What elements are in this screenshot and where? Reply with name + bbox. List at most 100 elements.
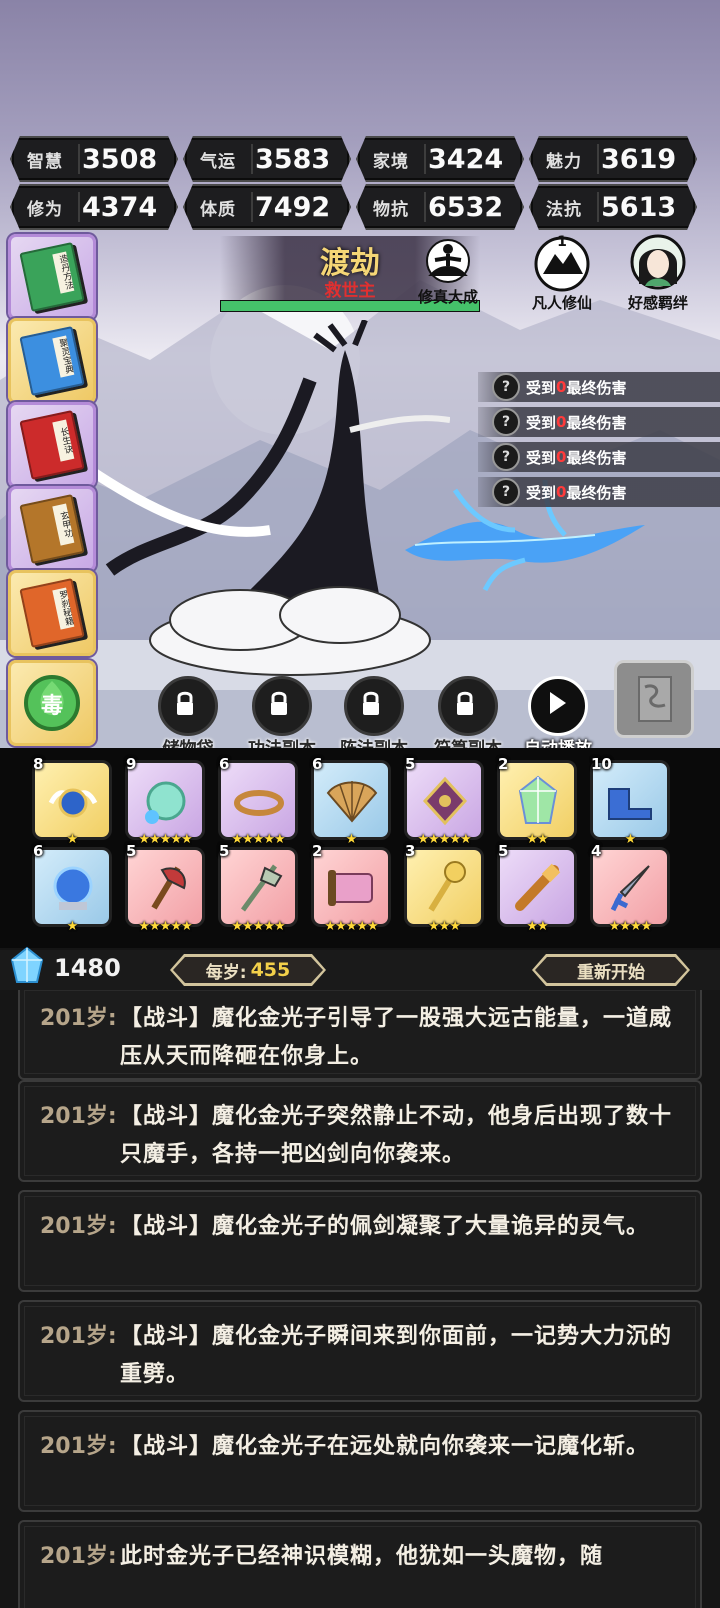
poison-icon: 毒 xyxy=(24,675,80,731)
stat-label: 魅力 xyxy=(546,151,582,172)
item-stars: ★★★★★ xyxy=(324,919,378,934)
stat-value: 4374 xyxy=(82,191,158,223)
play-icon xyxy=(528,676,588,736)
damage-feed-row: ? 受到 0 最终伤害 xyxy=(478,442,720,472)
book-icon: 长生诀 xyxy=(19,410,85,480)
folding-fan-icon xyxy=(326,781,378,823)
halberd-icon xyxy=(240,864,283,912)
log-text: 【战斗】魔化金光子的佩剑凝聚了大量诡异的灵气。 xyxy=(120,1214,650,1239)
log-text: 【战斗】魔化金光子瞬间来到你面前，一记势大力沉的重劈。 xyxy=(120,1324,673,1387)
item-count: 6 xyxy=(219,755,230,773)
skill-book-alchemy[interactable]: 造丹方法 xyxy=(8,234,96,320)
item-stars: ★ xyxy=(345,832,358,847)
inventory-slot[interactable]: 6 ★ xyxy=(32,842,112,934)
blue-orb-icon xyxy=(53,866,93,910)
item-stars: ★★★★ xyxy=(608,919,653,934)
log-age: 201岁: xyxy=(40,1104,117,1129)
question-icon: ? xyxy=(492,408,520,436)
stat-wisdom: 智慧 3508 xyxy=(10,136,178,182)
question-icon: ? xyxy=(492,478,520,506)
inventory-slot[interactable]: 10 ★ xyxy=(590,755,670,847)
stat-charm: 魅力 3619 xyxy=(529,136,697,182)
item-count: 8 xyxy=(33,755,44,773)
inventory-slot[interactable]: 3 ★★★ xyxy=(404,842,484,934)
inventory-slot[interactable]: 9 ★★★★★ xyxy=(125,755,205,847)
scroll-icon xyxy=(638,676,672,722)
badge-label: 凡人修仙 xyxy=(531,294,592,312)
scroll-icon xyxy=(328,870,373,906)
inventory-slot[interactable]: 8 ★ xyxy=(32,755,112,847)
log-text: 【战斗】魔化金光子突然静止不动，他身后出现了数十只魔手，各持一把凶剑向你袭来。 xyxy=(120,1104,673,1167)
lock-icon xyxy=(438,676,498,736)
item-count: 3 xyxy=(405,842,416,860)
skill-book-spirit[interactable]: 聚灵宝典 xyxy=(8,318,96,404)
log-entry: 201岁: 【战斗】魔化金光子的佩剑凝聚了大量诡异的灵气。 xyxy=(18,1190,702,1292)
stat-physique: 体质 7492 xyxy=(183,184,351,230)
restart-button[interactable]: 重新开始 xyxy=(532,954,690,986)
scroll-button[interactable] xyxy=(614,660,694,738)
svg-text:毒: 毒 xyxy=(41,693,63,719)
skill-book-longevity[interactable]: 长生诀 xyxy=(8,402,96,488)
item-stars: ★★★★★ xyxy=(231,832,285,847)
event-log[interactable]: 201岁: 【战斗】魔化金光子引导了一股强大远古能量，一道威压从天而降砸在你身上。… xyxy=(0,990,720,1608)
battle-axe-icon xyxy=(151,866,186,910)
poison-skill-button[interactable]: 毒 xyxy=(8,660,96,746)
inventory-slot[interactable]: 5 ★★★★★ xyxy=(218,842,298,934)
item-count: 5 xyxy=(498,842,509,860)
log-age: 201岁: xyxy=(40,1214,117,1239)
storage-bag-button[interactable]: 储物袋 xyxy=(142,676,234,759)
item-count: 5 xyxy=(405,755,416,773)
inventory-slot[interactable]: 6 ★★★★★ xyxy=(218,755,298,847)
inventory-grid: 8 ★ 9 ★★★★★ 6 ★★★★★ 6 ★ 5 ★★★★★ 2 ★★ 10 ★ 6 ★ 5 ★★★★★ 5 ★★★… xyxy=(0,748,720,948)
item-count: 10 xyxy=(591,755,612,773)
item-stars: ★★★★★ xyxy=(417,832,471,847)
per-year-value: 455 xyxy=(250,959,291,981)
formation-dungeon-button[interactable]: 阵法副本 xyxy=(328,676,420,759)
lock-icon xyxy=(252,676,312,736)
badge-mortal-cultivation[interactable]: 1 凡人修仙 xyxy=(522,232,602,313)
log-age: 201岁: xyxy=(40,1434,117,1459)
talisman-dungeon-button[interactable]: 符箓副本 xyxy=(422,676,514,759)
inventory-slot[interactable]: 5 ★★★★★ xyxy=(404,755,484,847)
golden-staff-icon xyxy=(428,861,466,912)
skill-book-armor[interactable]: 玄甲功 xyxy=(8,486,96,572)
item-count: 5 xyxy=(219,842,230,860)
stat-label: 智慧 xyxy=(27,151,63,172)
lock-icon xyxy=(158,676,218,736)
log-entry: 201岁: 【战斗】魔化金光子在远处就向你袭来一记魔化斩。 xyxy=(18,1410,702,1512)
inventory-slot[interactable]: 2 ★★★★★ xyxy=(311,842,391,934)
book-icon: 造丹方法 xyxy=(19,242,85,312)
stat-label: 家境 xyxy=(373,151,409,172)
stat-label: 气运 xyxy=(200,151,236,172)
badge-label: 修真大成 xyxy=(417,288,478,306)
log-text: 此时金光子已经神识模糊，他犹如一头魔物，随 xyxy=(120,1544,604,1569)
stat-label: 修为 xyxy=(27,199,63,220)
badge-cultivation-complete[interactable]: 修真大成 xyxy=(408,238,488,307)
badge-affection[interactable]: 好感羁绊 xyxy=(618,234,698,313)
inventory-slot[interactable]: 2 ★★ xyxy=(497,755,577,847)
cloud-mountain-icon: 1 xyxy=(534,234,590,292)
item-count: 6 xyxy=(312,755,323,773)
badge-label: 好感羁绊 xyxy=(627,294,688,312)
inventory-slot[interactable]: 6 ★ xyxy=(311,755,391,847)
item-stars: ★★ xyxy=(526,919,548,934)
book-icon: 聚灵宝典 xyxy=(19,326,85,396)
item-stars: ★★★★★ xyxy=(138,919,192,934)
item-stars: ★★★ xyxy=(428,919,461,934)
bronze-ring-icon xyxy=(234,790,284,816)
portrait-icon xyxy=(630,234,686,290)
item-count: 9 xyxy=(126,755,137,773)
skill-book-rakshasa[interactable]: 罗刹秘籍 xyxy=(8,570,96,656)
damage-feed-row: ? 受到 0 最终伤害 xyxy=(478,477,720,507)
technique-dungeon-button[interactable]: 功法副本 xyxy=(236,676,328,759)
damage-feed-row: ? 受到 0 最终伤害 xyxy=(478,372,720,402)
item-stars: ★★ xyxy=(526,832,548,847)
inventory-slot[interactable]: 4 ★★★★ xyxy=(590,842,670,934)
item-count: 2 xyxy=(498,755,509,773)
log-entry: 201岁: 【战斗】魔化金光子突然静止不动，他身后出现了数十只魔手，各持一把凶剑向… xyxy=(18,1080,702,1182)
auto-play-button[interactable]: 自动播放 xyxy=(512,676,604,759)
inventory-slot[interactable]: 5 ★★★★★ xyxy=(125,842,205,934)
inventory-slot[interactable]: 5 ★★ xyxy=(497,842,577,934)
stat-value: 7492 xyxy=(255,191,331,223)
item-stars: ★★★★★ xyxy=(138,832,192,847)
